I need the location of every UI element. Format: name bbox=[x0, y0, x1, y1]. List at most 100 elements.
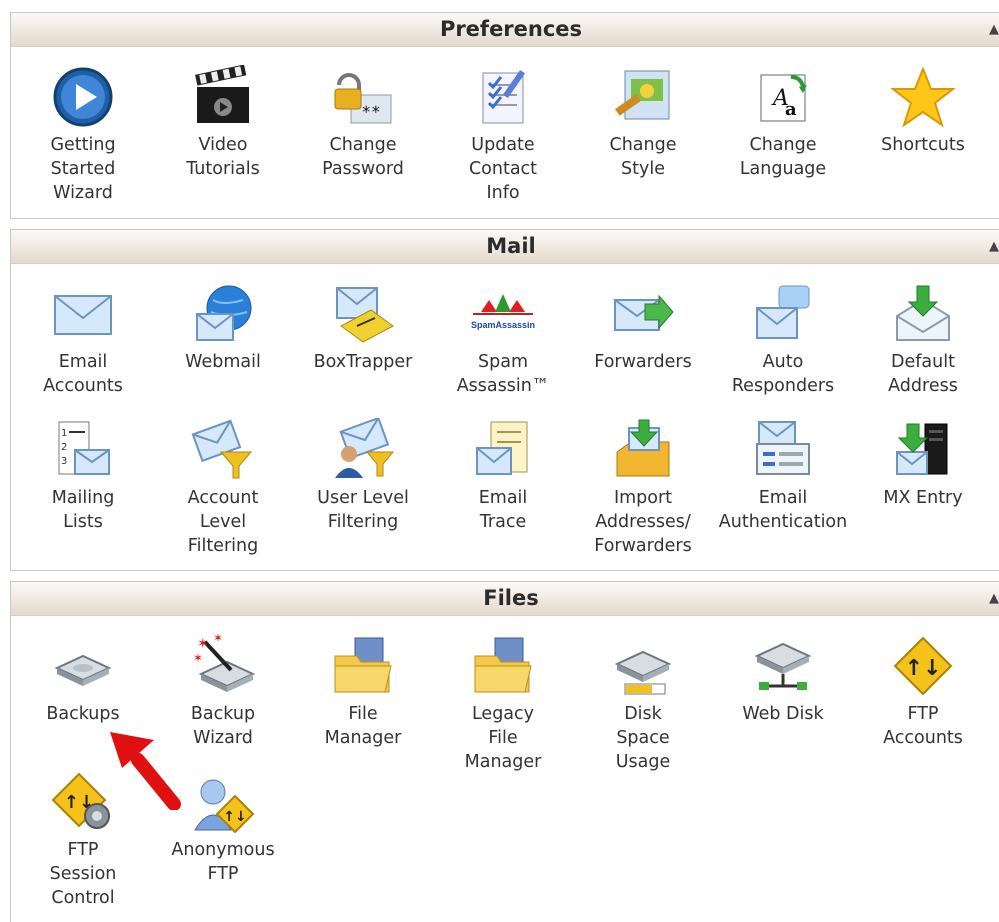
backups-icon bbox=[54, 654, 112, 686]
default-address-label: Default Address bbox=[888, 352, 958, 396]
file-manager-link[interactable]: File Manager bbox=[293, 634, 433, 750]
forwarders-link[interactable]: Forwarders bbox=[573, 282, 713, 374]
forwarders-icon bbox=[614, 294, 674, 331]
disk-space-usage-label: Disk Space Usage bbox=[615, 704, 671, 772]
svg-text:SpamAssassin: SpamAssassin bbox=[471, 320, 535, 330]
change-style-icon bbox=[615, 70, 670, 120]
auto-responders-icon bbox=[756, 285, 810, 339]
backup-wizard-icon: ✶ ✶ ✶ bbox=[193, 634, 255, 692]
getting-started-wizard-icon bbox=[53, 67, 113, 127]
email-authentication-label: Email Authentication bbox=[718, 488, 848, 532]
web-disk-icon bbox=[754, 642, 812, 690]
disk-space-usage-link[interactable]: Disk Space Usage bbox=[573, 634, 713, 774]
mail-panel: Mail ▲ Email Accounts Webmail BoxTrapper… bbox=[10, 229, 999, 571]
legacy-file-manager-link[interactable]: Legacy File Manager bbox=[433, 634, 573, 774]
web-disk-link[interactable]: Web Disk bbox=[713, 634, 853, 726]
mailing-lists-label: Mailing Lists bbox=[51, 488, 115, 532]
disk-space-usage-icon bbox=[614, 650, 672, 695]
auto-responders-label: Auto Responders bbox=[731, 352, 835, 396]
video-tutorials-link[interactable]: Video Tutorials bbox=[153, 65, 293, 181]
auto-responders-link[interactable]: Auto Responders bbox=[713, 282, 853, 398]
change-style-link[interactable]: Change Style bbox=[573, 65, 713, 181]
ftp-accounts-icon: ↑↓ bbox=[893, 636, 953, 696]
mailing-lists-icon: 1 2 3 bbox=[58, 421, 110, 475]
preferences-title: Preferences bbox=[439, 17, 583, 41]
mx-entry-link[interactable]: MX Entry bbox=[853, 418, 993, 510]
collapse-arrow-icon[interactable]: ▲ bbox=[989, 230, 999, 263]
webmail-link[interactable]: Webmail bbox=[153, 282, 293, 374]
svg-text:3: 3 bbox=[61, 456, 67, 467]
files-header[interactable]: Files ▲ bbox=[11, 582, 999, 616]
update-contact-info-icon bbox=[482, 69, 526, 124]
mx-entry-label: MX Entry bbox=[883, 488, 963, 508]
import-addresses-forwarders-icon bbox=[616, 419, 670, 477]
svg-text:1: 1 bbox=[61, 428, 67, 439]
boxtrapper-label: BoxTrapper bbox=[313, 352, 413, 372]
webmail-label: Webmail bbox=[185, 352, 261, 372]
shortcuts-label: Shortcuts bbox=[881, 135, 965, 155]
mail-title: Mail bbox=[486, 234, 536, 258]
email-accounts-icon bbox=[54, 295, 112, 335]
account-level-filtering-label: Account Level Filtering bbox=[187, 488, 259, 556]
getting-started-wizard-link[interactable]: Getting Started Wizard bbox=[13, 65, 153, 205]
account-level-filtering-icon bbox=[191, 419, 253, 479]
change-password-label: Change Password bbox=[322, 135, 404, 179]
webmail-icon bbox=[196, 285, 252, 341]
email-accounts-link[interactable]: Email Accounts bbox=[13, 282, 153, 398]
annotation-arrow-icon bbox=[110, 732, 181, 810]
user-level-filtering-icon bbox=[335, 418, 395, 478]
change-language-label: Change Language bbox=[739, 135, 827, 179]
boxtrapper-icon bbox=[336, 287, 394, 343]
svg-text:a: a bbox=[785, 99, 797, 120]
change-password-link[interactable]: ** Change Password bbox=[293, 65, 433, 181]
change-password-icon: ** bbox=[334, 73, 392, 124]
mail-header[interactable]: Mail ▲ bbox=[11, 230, 999, 264]
email-trace-label: Email Trace bbox=[478, 488, 528, 532]
user-level-filtering-label: User Level Filtering bbox=[317, 488, 409, 532]
boxtrapper-link[interactable]: BoxTrapper bbox=[293, 282, 433, 374]
svg-text:✶: ✶ bbox=[193, 651, 203, 665]
ftp-accounts-label: FTP Accounts bbox=[883, 704, 963, 748]
web-disk-label: Web Disk bbox=[742, 704, 824, 724]
spam-assassin-icon: SpamAssassin bbox=[471, 294, 535, 330]
collapse-arrow-icon[interactable]: ▲ bbox=[989, 13, 999, 46]
video-tutorials-label: Video Tutorials bbox=[186, 135, 260, 179]
preferences-panel: Preferences ▲ Getting Started Wizard Vid… bbox=[10, 12, 999, 219]
svg-text:↑↓: ↑↓ bbox=[223, 809, 246, 825]
ftp-accounts-link[interactable]: ↑↓ FTP Accounts bbox=[853, 634, 993, 750]
backups-link[interactable]: Backups bbox=[13, 634, 153, 726]
file-manager-icon bbox=[334, 637, 392, 693]
shortcuts-link[interactable]: Shortcuts bbox=[853, 65, 993, 157]
getting-started-wizard-label: Getting Started Wizard bbox=[50, 135, 116, 203]
email-authentication-icon bbox=[756, 421, 810, 475]
shortcuts-icon bbox=[891, 66, 955, 128]
change-language-link[interactable]: A a Change Language bbox=[713, 65, 853, 181]
svg-text:↑↓: ↑↓ bbox=[905, 656, 942, 681]
legacy-file-manager-icon bbox=[474, 637, 532, 693]
svg-text:✶: ✶ bbox=[213, 634, 223, 645]
import-addresses-forwarders-link[interactable]: Import Addresses/ Forwarders bbox=[573, 418, 713, 558]
user-level-filtering-link[interactable]: User Level Filtering bbox=[293, 418, 433, 534]
default-address-link[interactable]: Default Address bbox=[853, 282, 993, 398]
svg-text:**: ** bbox=[361, 102, 380, 121]
mx-entry-icon bbox=[896, 423, 948, 475]
change-language-icon: A a bbox=[760, 74, 807, 122]
import-addresses-forwarders-label: Import Addresses/ Forwarders bbox=[594, 488, 692, 556]
email-trace-icon bbox=[476, 421, 528, 475]
email-authentication-link[interactable]: Email Authentication bbox=[713, 418, 853, 534]
account-level-filtering-link[interactable]: Account Level Filtering bbox=[153, 418, 293, 558]
email-accounts-label: Email Accounts bbox=[43, 352, 123, 396]
files-title: Files bbox=[483, 586, 539, 610]
file-manager-label: File Manager bbox=[324, 704, 402, 748]
change-style-label: Change Style bbox=[609, 135, 677, 179]
collapse-arrow-icon[interactable]: ▲ bbox=[989, 582, 999, 615]
svg-text:✶: ✶ bbox=[197, 636, 209, 652]
update-contact-info-label: Update Contact Info bbox=[468, 135, 538, 203]
video-tutorials-icon bbox=[195, 65, 249, 123]
forwarders-label: Forwarders bbox=[594, 352, 692, 372]
mailing-lists-link[interactable]: 1 2 3 Mailing Lists bbox=[13, 418, 153, 534]
spam-assassin-link[interactable]: SpamAssassin Spam Assassin™ bbox=[433, 282, 573, 398]
email-trace-link[interactable]: Email Trace bbox=[433, 418, 573, 534]
update-contact-info-link[interactable]: Update Contact Info bbox=[433, 65, 573, 205]
preferences-header[interactable]: Preferences ▲ bbox=[11, 13, 999, 47]
